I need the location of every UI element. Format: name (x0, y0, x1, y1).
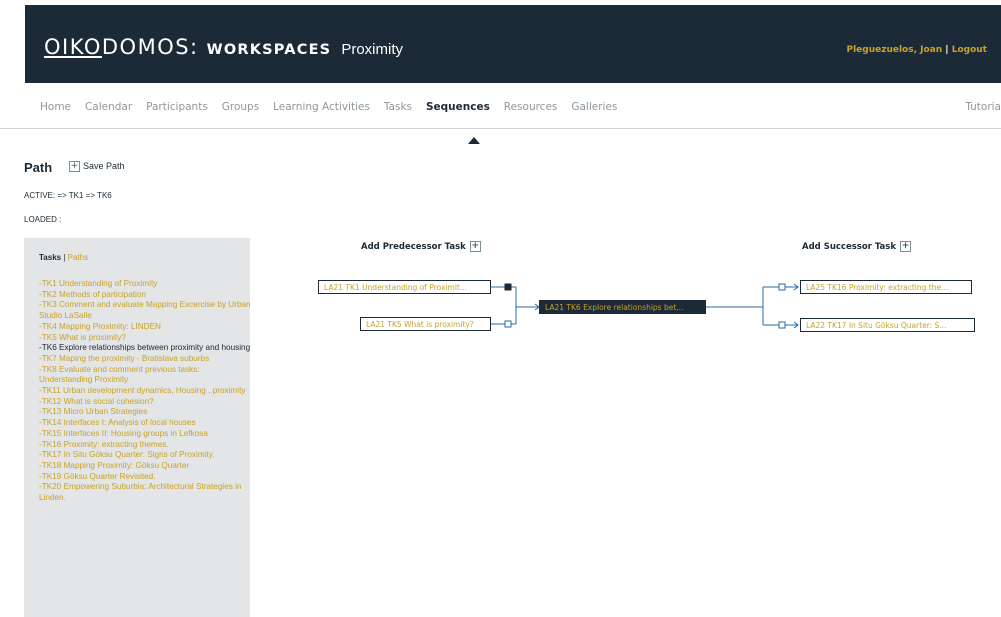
connector-handle-icon (504, 283, 512, 291)
predecessor-node[interactable]: LA21 TK5 What is proximity? (360, 317, 491, 331)
successor-node[interactable]: LA22 TK17 In Situ Göksu Quarter: S... (800, 318, 975, 332)
current-task-node[interactable]: LA21 TK6 Explore relationships bet... (539, 300, 706, 314)
sequence-connectors (491, 283, 799, 329)
connector-handle-icon (778, 283, 786, 291)
successor-node[interactable]: LA25 TK16 Proximity: extracting the... (800, 280, 972, 294)
predecessor-node[interactable]: LA21 TK1 Understanding of Proximit... (318, 280, 491, 294)
connector-handle-icon (778, 321, 786, 329)
connector-handle-icon (504, 320, 512, 328)
